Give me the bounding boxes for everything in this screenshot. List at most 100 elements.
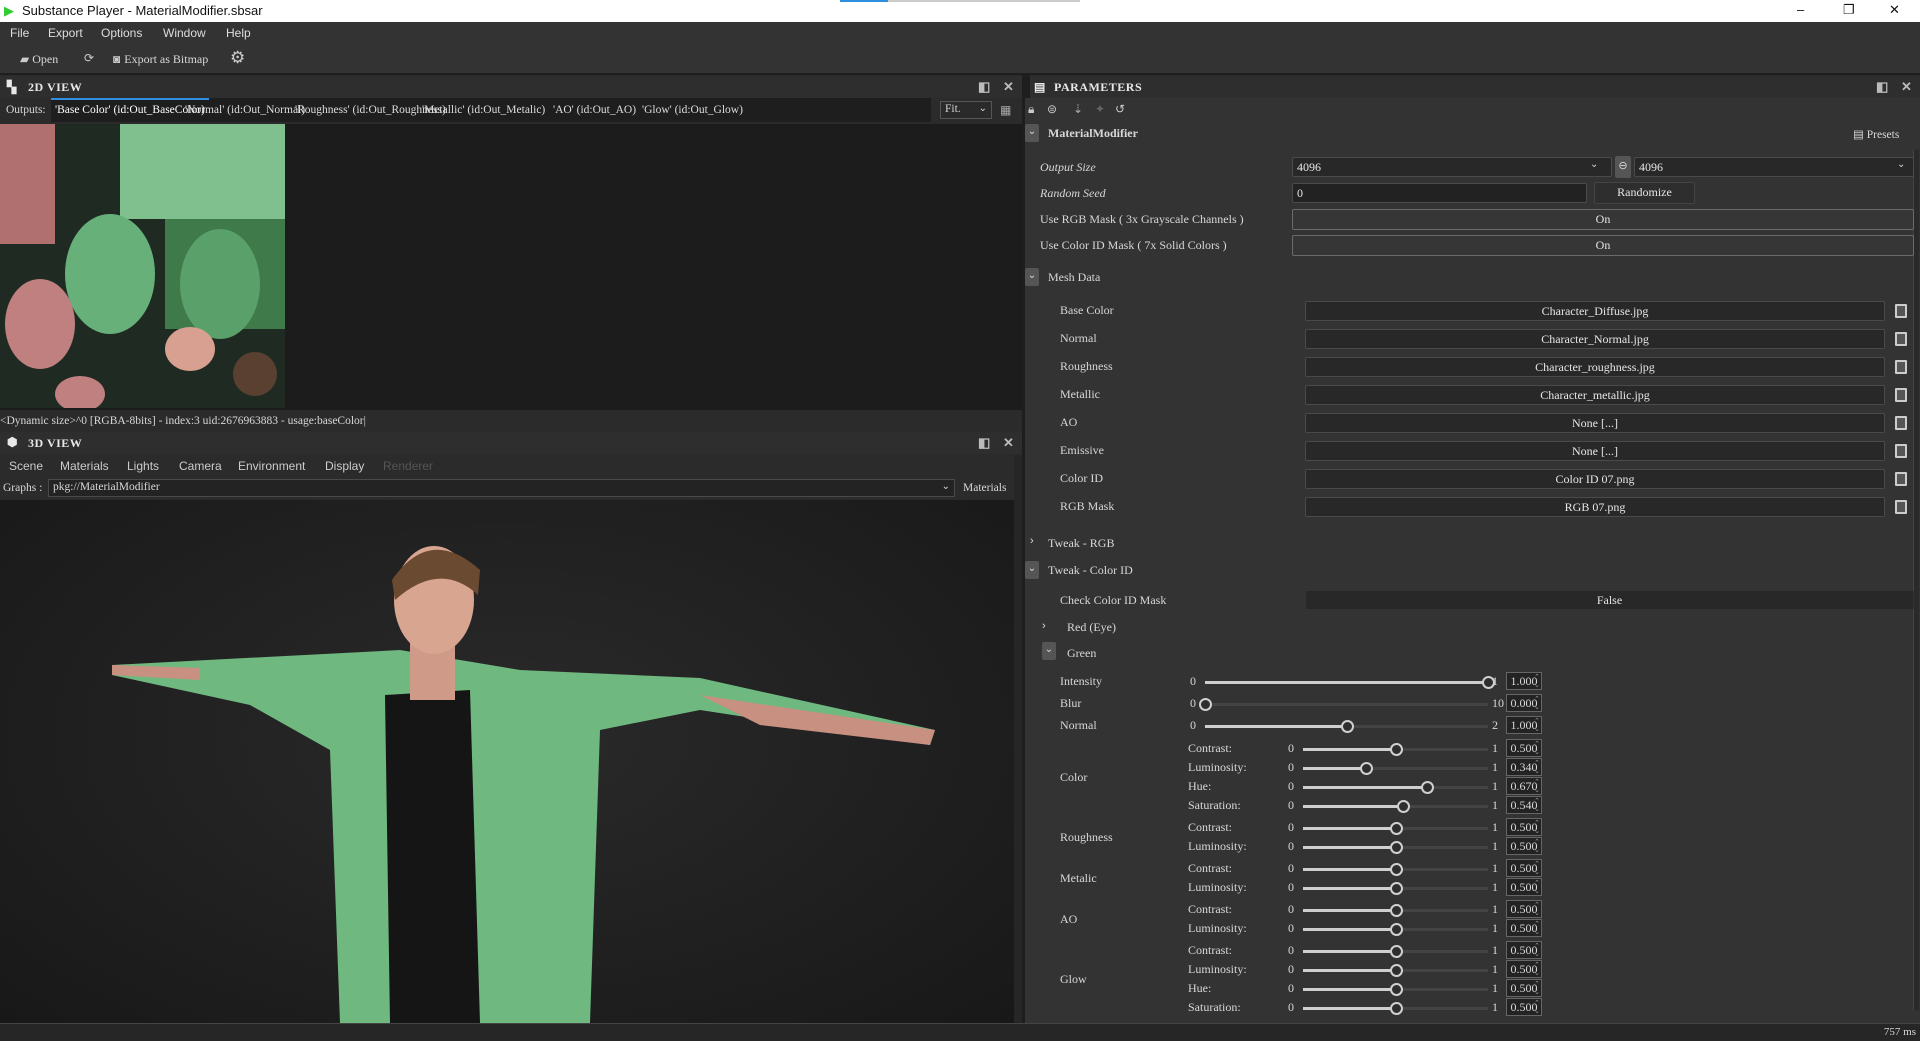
- lock-icon[interactable]: 🔒︎: [1028, 102, 1034, 117]
- slider-value-input[interactable]: 0.500 ⌃ ⌄: [1506, 979, 1542, 997]
- slider-handle[interactable]: [1359, 762, 1373, 775]
- expand-icon[interactable]: ⇣: [1073, 102, 1083, 117]
- slider-track[interactable]: [1303, 882, 1488, 895]
- slider-track[interactable]: [1303, 863, 1488, 876]
- randomize-button[interactable]: Randomize: [1594, 182, 1695, 204]
- slider-value-input[interactable]: 0.500 ⌃ ⌄: [1506, 818, 1542, 836]
- slider-track[interactable]: [1303, 800, 1488, 813]
- spinner-arrows-icon[interactable]: ⌃ ⌄: [1534, 838, 1540, 854]
- settings-gear-icon[interactable]: ⚙: [230, 48, 245, 68]
- spinner-arrows-icon[interactable]: ⌃ ⌄: [1534, 961, 1540, 977]
- mesh-file-field[interactable]: RGB 07.png: [1305, 497, 1885, 517]
- menu-help[interactable]: Help: [226, 26, 251, 40]
- view3d-tab-display[interactable]: Display: [325, 459, 364, 473]
- slider-value-input[interactable]: 0.500 ⌃ ⌄: [1506, 941, 1542, 959]
- slider-track[interactable]: [1303, 923, 1488, 936]
- output-tab[interactable]: 'Metallic' (id:Out_Metalic): [418, 98, 549, 122]
- file-browse-icon[interactable]: [1895, 360, 1907, 374]
- slider-handle[interactable]: [1389, 923, 1403, 936]
- slider-track[interactable]: [1303, 1002, 1488, 1015]
- slider-value-input[interactable]: 0.500 ⌃ ⌄: [1506, 919, 1542, 937]
- spinner-arrows-icon[interactable]: ⌃ ⌄: [1534, 942, 1540, 958]
- file-browse-icon[interactable]: [1895, 304, 1907, 318]
- spinner-arrows-icon[interactable]: ⌃ ⌄: [1534, 695, 1540, 711]
- file-browse-icon[interactable]: [1895, 444, 1907, 458]
- collapse-chevron-icon[interactable]: ⌄: [1025, 268, 1039, 286]
- slider-handle[interactable]: [1199, 698, 1212, 711]
- check-colorid-toggle[interactable]: False: [1305, 590, 1914, 610]
- view3d-tab-renderer[interactable]: Renderer: [383, 459, 433, 473]
- slider-track[interactable]: [1303, 964, 1488, 977]
- file-browse-icon[interactable]: [1895, 332, 1907, 346]
- mesh-file-field[interactable]: Character_Diffuse.jpg: [1305, 301, 1885, 321]
- slider-track[interactable]: [1303, 841, 1488, 854]
- mesh-file-field[interactable]: Character_metallic.jpg: [1305, 385, 1885, 405]
- spinner-arrows-icon[interactable]: ⌃ ⌄: [1534, 797, 1540, 813]
- slider-value-input[interactable]: 0.500 ⌃ ⌄: [1506, 900, 1542, 918]
- slider-value-input[interactable]: 0.340 ⌃ ⌄: [1506, 758, 1542, 776]
- slider-value-input[interactable]: 0.500 ⌃ ⌄: [1506, 960, 1542, 978]
- presets-button[interactable]: ▤ Presets: [1853, 127, 1899, 141]
- mesh-file-field[interactable]: None [...]: [1305, 441, 1885, 461]
- mesh-file-field[interactable]: Character_roughness.jpg: [1305, 357, 1885, 377]
- slider-track[interactable]: [1303, 781, 1488, 794]
- file-browse-icon[interactable]: [1895, 500, 1907, 514]
- output-tab[interactable]: 'AO' (id:Out_AO): [549, 98, 640, 122]
- materials-button[interactable]: Materials: [963, 482, 1006, 494]
- slider-handle[interactable]: [1389, 863, 1403, 876]
- float-panel-button[interactable]: ◧: [978, 79, 991, 95]
- file-browse-icon[interactable]: [1895, 472, 1907, 486]
- menu-file[interactable]: File: [10, 26, 29, 40]
- slider-handle[interactable]: [1389, 945, 1403, 958]
- view2d-canvas[interactable]: [0, 124, 1022, 412]
- channels-icon[interactable]: ▦: [1000, 103, 1011, 118]
- file-browse-icon[interactable]: [1895, 388, 1907, 402]
- colorid-mask-toggle[interactable]: On: [1292, 235, 1914, 256]
- slider-track[interactable]: [1303, 945, 1488, 958]
- collapse-chevron-icon[interactable]: ⌄: [1025, 561, 1039, 579]
- spinner-arrows-icon[interactable]: ⌃ ⌄: [1534, 901, 1540, 917]
- output-tab[interactable]: 'Normal' (id:Out_Normal): [181, 98, 309, 122]
- slider-track[interactable]: [1303, 762, 1488, 775]
- slider-handle[interactable]: [1389, 841, 1403, 854]
- slider-value-input[interactable]: 0.670 ⌃ ⌄: [1506, 777, 1542, 795]
- float-panel-button[interactable]: ◧: [1876, 79, 1889, 95]
- slider-handle[interactable]: [1340, 720, 1354, 733]
- close-button[interactable]: ✕: [1889, 2, 1900, 18]
- collapse-chevron-icon[interactable]: ⌄: [1042, 642, 1056, 660]
- open-button[interactable]: ▰ Open: [20, 52, 58, 67]
- scrollbar[interactable]: [1913, 150, 1919, 1010]
- slider-track[interactable]: [1199, 698, 1488, 711]
- close-panel-button[interactable]: ✕: [1003, 79, 1014, 95]
- slider-handle[interactable]: [1389, 822, 1403, 835]
- output-width-select[interactable]: 4096: [1292, 157, 1612, 177]
- slider-handle[interactable]: [1389, 983, 1403, 996]
- zoom-select[interactable]: Fit. ⌄: [940, 101, 992, 119]
- slider-handle[interactable]: [1389, 882, 1403, 895]
- output-height-select[interactable]: 4096: [1634, 157, 1914, 177]
- output-tab[interactable]: 'Glow' (id:Out_Glow): [638, 98, 747, 122]
- minimize-button[interactable]: –: [1797, 2, 1804, 17]
- spinner-arrows-icon[interactable]: ⌃ ⌄: [1534, 920, 1540, 936]
- menu-options[interactable]: Options: [101, 26, 142, 40]
- close-panel-button[interactable]: ✕: [1901, 79, 1912, 95]
- spinner-arrows-icon[interactable]: ⌃ ⌄: [1534, 879, 1540, 895]
- slider-value-input[interactable]: 0.500 ⌃ ⌄: [1506, 859, 1542, 877]
- slider-handle[interactable]: [1389, 1002, 1403, 1015]
- slider-handle[interactable]: [1420, 781, 1434, 794]
- menu-window[interactable]: Window: [163, 26, 206, 40]
- slider-value-input[interactable]: 0.500 ⌃ ⌄: [1506, 878, 1542, 896]
- slider-track[interactable]: [1303, 904, 1488, 917]
- slider-value-input[interactable]: 0.500 ⌃ ⌄: [1506, 739, 1542, 757]
- float-panel-button[interactable]: ◧: [978, 435, 991, 451]
- pin-icon[interactable]: ✦: [1095, 102, 1105, 117]
- refresh-icon[interactable]: ⟳: [84, 51, 94, 66]
- reset-icon[interactable]: ↺: [1115, 102, 1125, 117]
- slider-value-input[interactable]: 1.000 ⌃ ⌄: [1506, 716, 1542, 734]
- slider-track[interactable]: [1303, 743, 1488, 756]
- close-panel-button[interactable]: ✕: [1003, 435, 1014, 451]
- spinner-arrows-icon[interactable]: ⌃ ⌄: [1534, 980, 1540, 996]
- spinner-arrows-icon[interactable]: ⌃ ⌄: [1534, 740, 1540, 756]
- menu-export[interactable]: Export: [48, 26, 83, 40]
- maximize-button[interactable]: ❐: [1843, 2, 1855, 18]
